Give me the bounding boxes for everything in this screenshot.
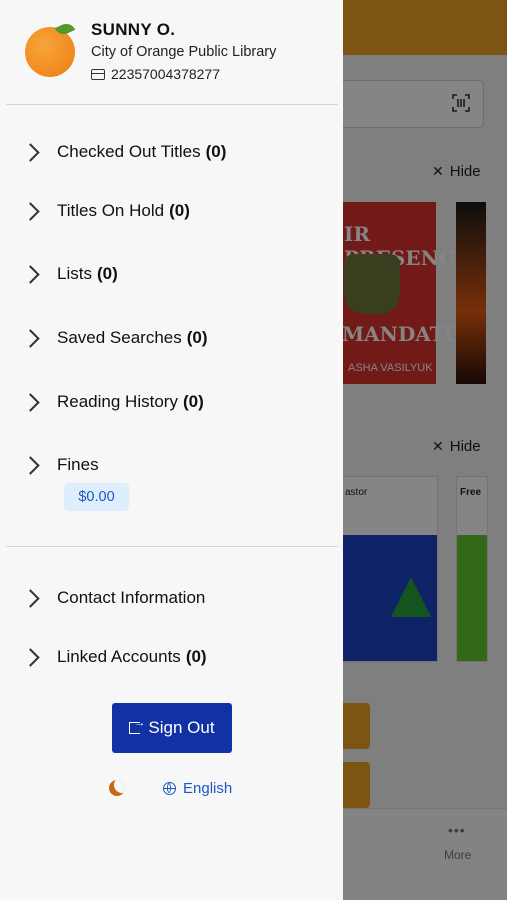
account-drawer: SUNNY O. City of Orange Public Library 2… xyxy=(0,0,343,900)
library-name: City of Orange Public Library xyxy=(91,44,277,60)
user-name: SUNNY O. xyxy=(91,20,176,39)
menu-item-label: Reading History xyxy=(57,392,178,411)
menu-item-label: Lists xyxy=(57,264,92,283)
divider xyxy=(6,104,338,105)
menu-item-count: (0) xyxy=(205,142,227,161)
chevron-right-icon xyxy=(21,142,40,162)
menu-item-label: Checked Out Titles xyxy=(57,142,201,161)
chevron-right-icon xyxy=(21,392,40,412)
library-card-icon xyxy=(91,68,105,80)
menu-item-fines[interactable]: Fines xyxy=(21,451,99,479)
menu-item-reading-history[interactable]: Reading History (0) xyxy=(21,388,204,416)
menu-item-label: Titles On Hold xyxy=(57,201,165,220)
globe-icon xyxy=(163,782,176,795)
menu-item-count: (0) xyxy=(96,264,118,283)
avatar xyxy=(25,27,75,77)
language-selector[interactable]: English xyxy=(163,780,232,797)
profile-header: SUNNY O. City of Orange Public Library 2… xyxy=(0,0,343,104)
menu-item-count: (0) xyxy=(185,647,207,666)
chevron-right-icon xyxy=(21,264,40,284)
sign-out-button[interactable]: Sign Out xyxy=(112,703,232,753)
menu-item-label: Fines xyxy=(57,455,99,474)
chevron-right-icon xyxy=(21,647,40,667)
menu-item-linked-accounts[interactable]: Linked Accounts (0) xyxy=(21,643,207,671)
menu-item-label: Saved Searches xyxy=(57,328,182,347)
chevron-right-icon xyxy=(21,588,40,608)
language-label: English xyxy=(183,780,233,797)
divider xyxy=(6,546,338,547)
menu-item-count: (0) xyxy=(186,328,208,347)
menu-item-saved-searches[interactable]: Saved Searches (0) xyxy=(21,324,208,352)
menu-item-on-hold[interactable]: Titles On Hold (0) xyxy=(21,197,190,225)
menu-item-checked-out[interactable]: Checked Out Titles (0) xyxy=(21,138,227,166)
dark-mode-toggle-moon-icon[interactable] xyxy=(109,780,125,796)
menu-item-count: (0) xyxy=(169,201,190,220)
fines-amount-badge: $0.00 xyxy=(64,483,129,511)
sign-out-icon xyxy=(129,717,145,734)
menu-item-label: Contact Information xyxy=(57,588,206,607)
chevron-right-icon xyxy=(21,455,40,475)
chevron-right-icon xyxy=(21,328,40,348)
menu-item-label: Linked Accounts xyxy=(57,647,181,666)
sign-out-label: Sign Out xyxy=(148,718,215,737)
card-number-row: 22357004378277 xyxy=(91,66,220,82)
menu-item-contact-information[interactable]: Contact Information xyxy=(21,584,206,612)
chevron-right-icon xyxy=(21,201,40,221)
card-number: 22357004378277 xyxy=(111,66,221,82)
menu-item-count: (0) xyxy=(182,392,204,411)
menu-item-lists[interactable]: Lists (0) xyxy=(21,260,118,288)
